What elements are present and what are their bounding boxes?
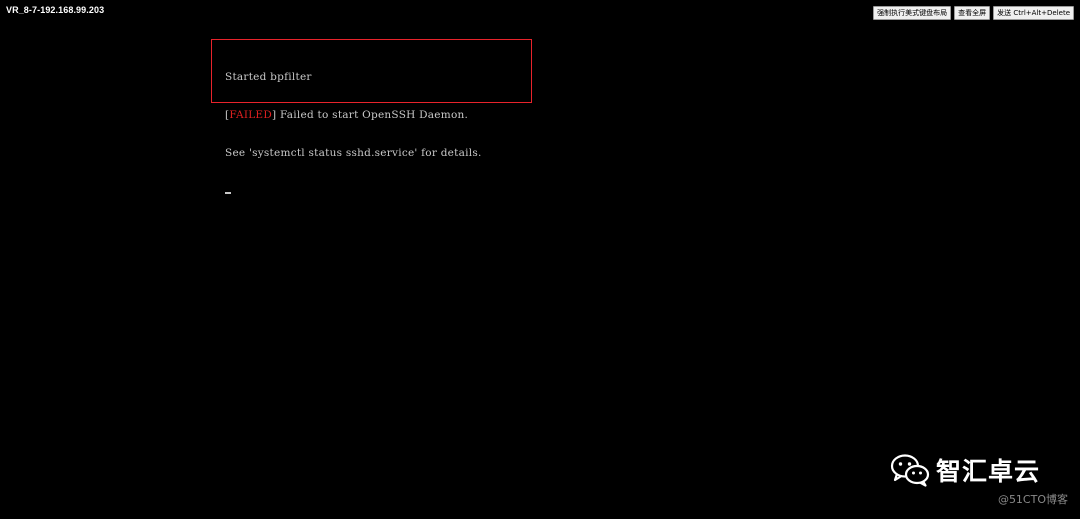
error-highlight-box [211, 39, 532, 103]
wechat-icon [890, 454, 930, 487]
watermark: 智汇卓云 [890, 452, 1040, 488]
console-cursor [225, 191, 231, 194]
watermark-subtitle: @51CTO博客 [997, 493, 1068, 506]
console-line-failed: [FAILED] Failed to start OpenSSH Daemon. [225, 109, 482, 122]
vm-title: VR_8-7-192.168.99.203 [6, 5, 105, 15]
console-line-details: See 'systemctl status sshd.service' for … [225, 146, 482, 159]
watermark-title: 智汇卓云 [936, 457, 1041, 486]
failed-status-tag: FAILED [229, 108, 273, 121]
console-toolbar: 强制执行美式键盘布局 查看全屏 发送 Ctrl+Alt+Delete [873, 6, 1074, 20]
vm-console-screen[interactable] [0, 0, 1080, 519]
send-ctrl-alt-delete-button[interactable]: 发送 Ctrl+Alt+Delete [993, 6, 1074, 20]
fullscreen-button[interactable]: 查看全屏 [954, 6, 991, 20]
failed-message: Failed to start OpenSSH Daemon. [276, 108, 469, 121]
force-us-keyboard-button[interactable]: 强制执行美式键盘布局 [873, 6, 952, 20]
